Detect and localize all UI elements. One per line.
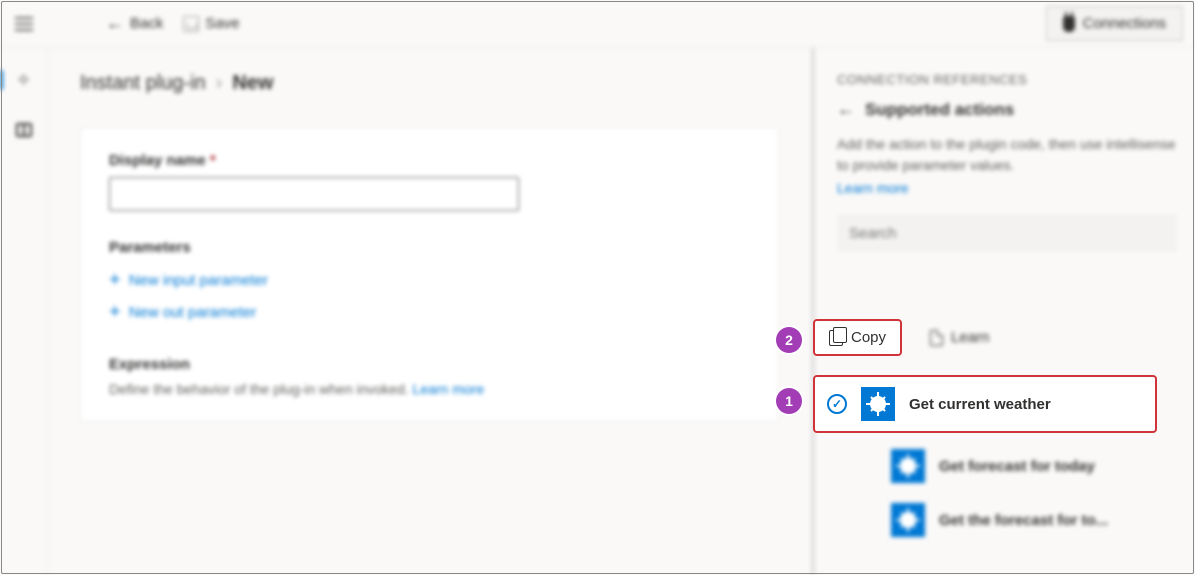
- rail-item-plugin[interactable]: ✧: [10, 66, 38, 94]
- save-button[interactable]: Save: [183, 15, 239, 32]
- sparkle-icon: ✧: [16, 70, 31, 91]
- expression-description: Define the behavior of the plug-in when …: [109, 381, 750, 397]
- copy-label: Copy: [851, 329, 886, 346]
- weather-icon: [891, 503, 925, 537]
- search-input[interactable]: [837, 214, 1177, 252]
- copy-icon: [829, 330, 843, 346]
- panel-title: Supported actions: [865, 100, 1014, 120]
- connections-label: Connections: [1083, 15, 1166, 32]
- save-icon: [183, 16, 199, 32]
- back-button[interactable]: Back: [106, 13, 163, 34]
- breadcrumb-current: New: [232, 72, 273, 95]
- learn-btn-label: Learn: [951, 329, 989, 346]
- panel-back-button[interactable]: ←: [837, 99, 855, 120]
- save-label: Save: [205, 15, 239, 32]
- new-input-parameter-button[interactable]: + New input parameter: [109, 264, 750, 296]
- weather-icon: [891, 449, 925, 483]
- new-out-parameter-button[interactable]: + New out parameter: [109, 296, 750, 328]
- action-label: Get forecast for today: [939, 458, 1095, 475]
- back-label: Back: [130, 15, 163, 32]
- arrow-left-icon: [106, 13, 124, 34]
- check-icon: [827, 394, 847, 414]
- expression-learn-more-link[interactable]: Learn more: [413, 381, 485, 397]
- learn-button[interactable]: Learn: [916, 321, 1003, 354]
- copy-button[interactable]: Copy: [813, 319, 902, 356]
- panel-icon: [16, 123, 32, 137]
- action-get-forecast-tomorrow[interactable]: Get the forecast for to...: [813, 493, 1157, 547]
- actions-list: Get current weather Get forecast for tod…: [813, 375, 1157, 547]
- top-toolbar: Back Save Connections: [0, 0, 1195, 48]
- expression-heading: Expression: [109, 356, 750, 373]
- plug-icon: [1063, 16, 1075, 32]
- breadcrumb-parent[interactable]: Instant plug-in: [80, 72, 206, 95]
- action-label: Get current weather: [909, 396, 1051, 413]
- callout-badge-1: 1: [776, 388, 802, 414]
- plus-icon: +: [109, 302, 121, 322]
- callout-badge-2: 2: [776, 327, 802, 353]
- panel-eyebrow: CONNECTION REFERENCES: [837, 72, 1177, 87]
- main-content: Instant plug-in › New Display name * Par…: [48, 48, 811, 575]
- required-asterisk: *: [210, 152, 216, 169]
- document-icon: [930, 330, 943, 346]
- chevron-right-icon: ›: [216, 72, 223, 95]
- hamburger-icon[interactable]: [12, 12, 36, 36]
- parameters-heading: Parameters: [109, 239, 750, 256]
- weather-icon: [861, 387, 895, 421]
- form-card: Display name * Parameters + New input pa…: [80, 127, 779, 422]
- plus-icon: +: [109, 270, 121, 290]
- left-rail: ✧: [0, 48, 48, 575]
- rail-item-panel[interactable]: [10, 116, 38, 144]
- new-input-label: New input parameter: [129, 272, 268, 289]
- connections-button[interactable]: Connections: [1046, 6, 1183, 41]
- display-name-input[interactable]: [109, 177, 519, 211]
- action-get-current-weather[interactable]: Get current weather: [813, 375, 1157, 433]
- display-name-label: Display name *: [109, 152, 750, 169]
- action-label: Get the forecast for to...: [939, 512, 1108, 529]
- panel-help-text: Add the action to the plugin code, then …: [837, 134, 1177, 176]
- new-out-label: New out parameter: [129, 304, 257, 321]
- action-get-forecast-today[interactable]: Get forecast for today: [813, 439, 1157, 493]
- breadcrumb: Instant plug-in › New: [80, 72, 779, 95]
- panel-learn-more-link[interactable]: Learn more: [837, 180, 909, 196]
